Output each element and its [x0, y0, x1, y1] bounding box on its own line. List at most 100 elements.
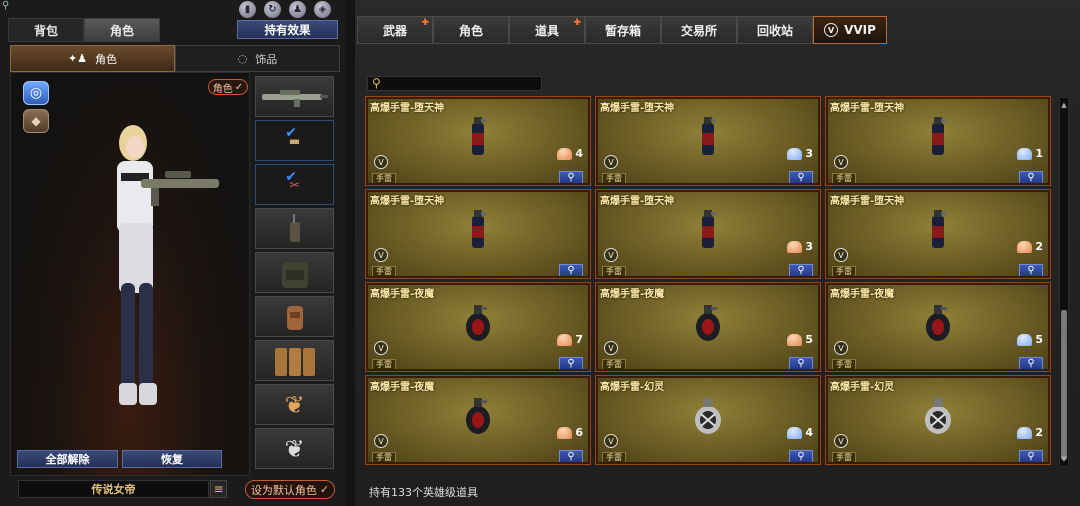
- zoom-button[interactable]: ⚲: [789, 264, 813, 276]
- tab-storage[interactable]: 暂存箱: [585, 16, 661, 44]
- item-card[interactable]: 高爆手雷-夜魔 V 手雷 5 ⚲: [825, 282, 1051, 372]
- subtab-character[interactable]: ✦♟ 角色: [10, 45, 175, 72]
- search-icon: ⚲: [1027, 451, 1035, 462]
- grenade-icon: [697, 210, 719, 253]
- slot-ammo[interactable]: [255, 340, 334, 381]
- item-card[interactable]: 高爆手雷-堕天神 V 手雷 4 ⚲: [365, 96, 591, 186]
- vvip-icon: V: [834, 434, 848, 448]
- vvip-icon: V: [374, 434, 388, 448]
- slot-emblem[interactable]: ❦: [255, 428, 334, 469]
- item-count: 4: [575, 147, 583, 160]
- item-quantity: 4: [787, 426, 813, 439]
- item-card[interactable]: 高爆手雷-堕天神 V 手雷 3 ⚲: [595, 96, 821, 186]
- character-panel: ⚲ ▮ ↻ ♟ ◈ 背包 角色 持有效果 ✦♟ 角色 ◌ 饰品 ◎ ◆ 角色 ✓: [0, 0, 345, 506]
- shop-panel: 武器 ✚ 角色 道具 ✚ 暂存箱 交易所 回收站 V VVIP ⚲ 高爆手雷-堕…: [355, 0, 1080, 506]
- character-name-field: 传说女帝: [18, 480, 209, 498]
- zoom-button[interactable]: ⚲: [789, 450, 813, 462]
- tab-items-label: 道具: [534, 23, 559, 38]
- item-count: 5: [805, 333, 813, 346]
- role-badge-label: 角色: [212, 83, 233, 95]
- backpack-icon: [281, 261, 308, 288]
- slot-backpack[interactable]: [255, 252, 334, 293]
- item-card[interactable]: 高爆手雷-幻灵 V 手雷 4 ⚲: [595, 375, 821, 465]
- search-icon: ⚲: [1027, 265, 1035, 276]
- set-default-character-button[interactable]: 设为默认角色 ✓: [245, 480, 335, 499]
- item-card[interactable]: 高爆手雷-夜魔 V 手雷 5 ⚲: [595, 282, 821, 372]
- search-icon: ⚲: [1027, 358, 1035, 369]
- vvip-icon: V: [374, 155, 388, 169]
- item-card[interactable]: 高爆手雷-堕天神 V 手雷 3 ⚲: [595, 189, 821, 279]
- item-card[interactable]: 高爆手雷-夜魔 V 手雷 6 ⚲: [365, 375, 591, 465]
- refresh-icon[interactable]: ↻: [264, 0, 281, 18]
- item-card[interactable]: 高爆手雷-堕天神 V 手雷 ⚲: [365, 189, 591, 279]
- tab-weapons[interactable]: 武器 ✚: [357, 16, 433, 44]
- bag-icon[interactable]: ◈: [314, 0, 331, 18]
- character-sub-tabs: ✦♟ 角色 ◌ 饰品: [10, 45, 340, 72]
- restore-button[interactable]: 恢复: [122, 450, 222, 468]
- team-blue-icon[interactable]: ◎: [23, 81, 49, 105]
- tab-character[interactable]: 角色: [84, 18, 160, 42]
- zoom-button[interactable]: ⚲: [1019, 264, 1043, 276]
- item-count: 7: [575, 333, 583, 346]
- item-quantity: 2: [1017, 426, 1043, 439]
- zoom-button[interactable]: ⚲: [1019, 450, 1043, 462]
- scrollbar[interactable]: ▲ ▼: [1059, 97, 1069, 467]
- item-card[interactable]: 高爆手雷-幻灵 V 手雷 2 ⚲: [825, 375, 1051, 465]
- slot-spray[interactable]: ❦: [255, 384, 334, 425]
- zoom-button[interactable]: ⚲: [559, 357, 583, 369]
- slot-pistol[interactable]: ✔ ▬: [255, 120, 334, 161]
- capsule-icon: [1017, 426, 1033, 439]
- owned-effects-button[interactable]: 持有效果: [237, 20, 338, 39]
- tab-vvip[interactable]: V VVIP: [813, 16, 887, 44]
- scroll-down-arrow-icon[interactable]: ▼: [1060, 453, 1068, 465]
- subtab-character-label: 角色: [95, 52, 118, 66]
- zoom-button[interactable]: ⚲: [559, 264, 583, 276]
- role-badge[interactable]: 角色 ✓: [208, 79, 248, 95]
- search-icon: ⚲: [797, 172, 805, 183]
- search-input[interactable]: ⚲: [367, 76, 542, 91]
- tab-characters[interactable]: 角色: [433, 16, 509, 44]
- scroll-thumb[interactable]: [1061, 310, 1067, 460]
- item-card[interactable]: 高爆手雷-夜魔 V 手雷 7 ⚲: [365, 282, 591, 372]
- slot-rifle[interactable]: [255, 76, 334, 117]
- slot-melee[interactable]: ✔ ✂: [255, 164, 334, 205]
- link-icon: ⚲: [2, 0, 10, 11]
- tab-backpack[interactable]: 背包: [8, 18, 84, 42]
- scroll-up-arrow-icon[interactable]: ▲: [1060, 99, 1068, 111]
- ranking-icon[interactable]: ▮: [239, 0, 256, 18]
- grenade-icon: [463, 396, 493, 439]
- slot-pouch[interactable]: [255, 296, 334, 337]
- item-name: 高爆手雷-夜魔: [370, 382, 435, 393]
- item-card[interactable]: 高爆手雷-堕天神 V 手雷 1 ⚲: [825, 96, 1051, 186]
- tab-recycle[interactable]: 回收站: [737, 16, 813, 44]
- zoom-button[interactable]: ⚲: [559, 171, 583, 183]
- inventory-main-tabs: 背包 角色: [8, 18, 160, 42]
- vvip-icon: V: [834, 248, 848, 262]
- zoom-button[interactable]: ⚲: [1019, 357, 1043, 369]
- zoom-button[interactable]: ⚲: [1019, 171, 1043, 183]
- zoom-button[interactable]: ⚲: [789, 357, 813, 369]
- check-icon: ✔: [285, 125, 297, 141]
- grenade-icon: [463, 303, 493, 346]
- list-icon[interactable]: ≡: [210, 480, 227, 498]
- capsule-icon: [787, 333, 803, 346]
- tab-exchange[interactable]: 交易所: [661, 16, 737, 44]
- subtab-accessories[interactable]: ◌ 饰品: [175, 45, 340, 72]
- item-count: 6: [575, 426, 583, 439]
- team-wolf-icon[interactable]: ◆: [23, 109, 49, 133]
- item-type-tag: 手雷: [372, 359, 396, 369]
- search-icon: ⚲: [567, 172, 575, 183]
- vvip-icon: V: [834, 341, 848, 355]
- slot-radio[interactable]: [255, 208, 334, 249]
- person-icon[interactable]: ♟: [289, 0, 306, 18]
- subtab-accessories-label: 饰品: [255, 52, 278, 66]
- unequip-all-button[interactable]: 全部解除: [17, 450, 118, 468]
- zoom-button[interactable]: ⚲: [789, 171, 813, 183]
- item-card[interactable]: 高爆手雷-堕天神 V 手雷 2 ⚲: [825, 189, 1051, 279]
- owned-items-count: 持有133个英雄级道具: [369, 486, 478, 499]
- zoom-button[interactable]: ⚲: [559, 450, 583, 462]
- tab-weapons-label: 武器: [382, 23, 407, 38]
- search-icon: ⚲: [567, 451, 575, 462]
- grenade-icon: [922, 396, 954, 439]
- tab-items[interactable]: 道具 ✚: [509, 16, 585, 44]
